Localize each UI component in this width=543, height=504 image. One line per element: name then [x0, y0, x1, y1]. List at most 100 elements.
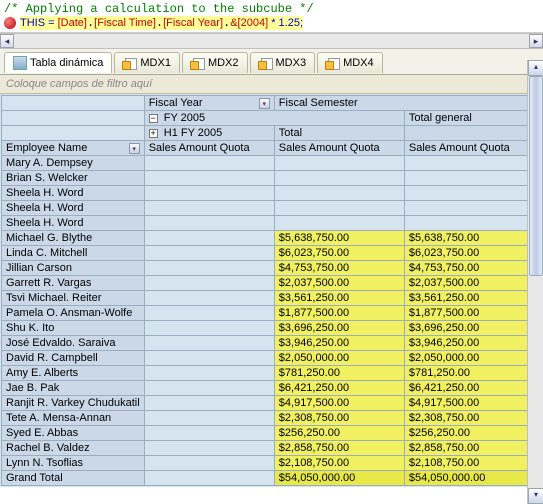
- data-cell-total-general[interactable]: $2,858,750.00: [404, 441, 534, 456]
- data-cell-total[interactable]: [274, 171, 404, 186]
- data-cell-total-general[interactable]: $3,561,250.00: [404, 291, 534, 306]
- tab-mdx4[interactable]: MDX4: [317, 52, 383, 73]
- data-cell-total[interactable]: [274, 201, 404, 216]
- data-cell-h1[interactable]: [144, 336, 274, 351]
- data-cell-total[interactable]: $781,250.00: [274, 366, 404, 381]
- data-cell-total-general[interactable]: [404, 186, 534, 201]
- data-cell-total[interactable]: $5,638,750.00: [274, 231, 404, 246]
- data-cell-total-general[interactable]: $256,250.00: [404, 426, 534, 441]
- data-cell-h1[interactable]: [144, 426, 274, 441]
- data-cell-total[interactable]: [274, 186, 404, 201]
- data-cell-total-general[interactable]: [404, 171, 534, 186]
- data-cell-h1[interactable]: [144, 291, 274, 306]
- data-cell-total-general[interactable]: $2,308,750.00: [404, 411, 534, 426]
- data-cell-total-general[interactable]: $2,050,000.00: [404, 351, 534, 366]
- employee-name-cell[interactable]: Mary A. Dempsey: [2, 156, 145, 171]
- col-header-h1fy2005[interactable]: + H1 FY 2005: [144, 126, 274, 141]
- data-cell-total[interactable]: $4,917,500.00: [274, 396, 404, 411]
- data-cell-total[interactable]: $2,050,000.00: [274, 351, 404, 366]
- data-cell-total-general[interactable]: $6,023,750.00: [404, 246, 534, 261]
- employee-name-cell[interactable]: Tsvi Michael. Reiter: [2, 291, 145, 306]
- data-cell-total[interactable]: $256,250.00: [274, 426, 404, 441]
- scroll-up-button[interactable]: ▴: [528, 60, 543, 76]
- vertical-scrollbar[interactable]: ▴ ▾: [527, 60, 543, 504]
- measure-header-2[interactable]: Sales Amount Quota: [274, 141, 404, 156]
- data-cell-h1[interactable]: [144, 216, 274, 231]
- data-cell-total-general[interactable]: $781,250.00: [404, 366, 534, 381]
- tab-mdx1[interactable]: MDX1: [114, 52, 180, 73]
- employee-name-cell[interactable]: Jillian Carson: [2, 261, 145, 276]
- employee-name-cell[interactable]: Brian S. Welcker: [2, 171, 145, 186]
- data-cell-h1[interactable]: [144, 231, 274, 246]
- data-cell-total-general[interactable]: $3,696,250.00: [404, 321, 534, 336]
- employee-name-cell[interactable]: Rachel B. Valdez: [2, 441, 145, 456]
- tab-mdx3[interactable]: MDX3: [250, 52, 316, 73]
- data-cell-h1[interactable]: [144, 306, 274, 321]
- scroll-thumb[interactable]: [529, 76, 543, 276]
- data-cell-h1[interactable]: [144, 321, 274, 336]
- scroll-down-button[interactable]: ▾: [528, 488, 543, 504]
- filter-drop-area[interactable]: Coloque campos de filtro aquí: [0, 75, 543, 94]
- data-cell-h1[interactable]: [144, 441, 274, 456]
- data-cell-total-general[interactable]: $3,946,250.00: [404, 336, 534, 351]
- data-cell-h1[interactable]: [144, 396, 274, 411]
- employee-name-cell[interactable]: David R. Campbell: [2, 351, 145, 366]
- data-cell-total-general[interactable]: $6,421,250.00: [404, 381, 534, 396]
- data-cell-h1[interactable]: [144, 381, 274, 396]
- data-cell-total-general[interactable]: $2,108,750.00: [404, 456, 534, 471]
- breakpoint-icon[interactable]: [4, 17, 16, 29]
- data-cell-h1[interactable]: [144, 156, 274, 171]
- scroll-left-button[interactable]: ◂: [0, 34, 14, 48]
- data-cell-total[interactable]: $2,858,750.00: [274, 441, 404, 456]
- measure-header-3[interactable]: Sales Amount Quota: [404, 141, 534, 156]
- data-cell-total[interactable]: $1,877,500.00: [274, 306, 404, 321]
- data-cell-h1[interactable]: [144, 201, 274, 216]
- employee-name-cell[interactable]: Sheela H. Word: [2, 186, 145, 201]
- employee-name-cell[interactable]: Ranjit R. Varkey Chudukatil: [2, 396, 145, 411]
- data-cell-total[interactable]: $3,946,250.00: [274, 336, 404, 351]
- data-cell-total[interactable]: $2,037,500.00: [274, 276, 404, 291]
- row-header-employee-name[interactable]: Employee Name ▾: [2, 141, 145, 156]
- data-cell-total[interactable]: $3,561,250.00: [274, 291, 404, 306]
- data-cell-total-general[interactable]: [404, 156, 534, 171]
- data-cell-h1[interactable]: [144, 411, 274, 426]
- code-horizontal-scrollbar[interactable]: ◂ ▸: [0, 33, 543, 49]
- data-cell-h1[interactable]: [144, 351, 274, 366]
- col-header-fy2005[interactable]: − FY 2005: [144, 111, 404, 126]
- col-header-total-general[interactable]: Total general: [404, 111, 534, 126]
- data-cell-total-general[interactable]: $4,917,500.00: [404, 396, 534, 411]
- employee-name-cell[interactable]: Michael G. Blythe: [2, 231, 145, 246]
- tab-pivot-table[interactable]: Tabla dinámica: [4, 52, 112, 73]
- employee-name-cell[interactable]: Jae B. Pak: [2, 381, 145, 396]
- data-cell-total[interactable]: [274, 216, 404, 231]
- data-cell-total[interactable]: [274, 156, 404, 171]
- data-cell-h1[interactable]: [144, 246, 274, 261]
- data-cell-total[interactable]: $2,108,750.00: [274, 456, 404, 471]
- data-cell-total-general[interactable]: $2,037,500.00: [404, 276, 534, 291]
- employee-name-cell[interactable]: Amy E. Alberts: [2, 366, 145, 381]
- tab-mdx2[interactable]: MDX2: [182, 52, 248, 73]
- collapse-icon[interactable]: −: [149, 114, 158, 123]
- data-cell-total[interactable]: $2,308,750.00: [274, 411, 404, 426]
- data-cell-total[interactable]: $6,023,750.00: [274, 246, 404, 261]
- data-cell-total-general[interactable]: $4,753,750.00: [404, 261, 534, 276]
- data-cell-h1[interactable]: [144, 186, 274, 201]
- employee-name-cell[interactable]: Syed E. Abbas: [2, 426, 145, 441]
- col-header-fiscal-year[interactable]: Fiscal Year ▾: [144, 96, 274, 111]
- scroll-track[interactable]: [528, 276, 543, 488]
- data-cell-total-general[interactable]: [404, 216, 534, 231]
- employee-name-cell[interactable]: Pamela O. Ansman-Wolfe: [2, 306, 145, 321]
- col-header-total[interactable]: Total: [274, 126, 404, 141]
- employee-name-cell[interactable]: Sheela H. Word: [2, 201, 145, 216]
- employee-name-cell[interactable]: Sheela H. Word: [2, 216, 145, 231]
- data-cell-total[interactable]: $4,753,750.00: [274, 261, 404, 276]
- data-cell-h1[interactable]: [144, 456, 274, 471]
- data-cell-total-general[interactable]: $1,877,500.00: [404, 306, 534, 321]
- dropdown-icon[interactable]: ▾: [129, 143, 140, 154]
- employee-name-cell[interactable]: Lynn N. Tsoflias: [2, 456, 145, 471]
- data-cell-total[interactable]: $6,421,250.00: [274, 381, 404, 396]
- measure-header-1[interactable]: Sales Amount Quota: [144, 141, 274, 156]
- dropdown-icon[interactable]: ▾: [259, 98, 270, 109]
- employee-name-cell[interactable]: Tete A. Mensa-Annan: [2, 411, 145, 426]
- data-cell-total-general[interactable]: [404, 201, 534, 216]
